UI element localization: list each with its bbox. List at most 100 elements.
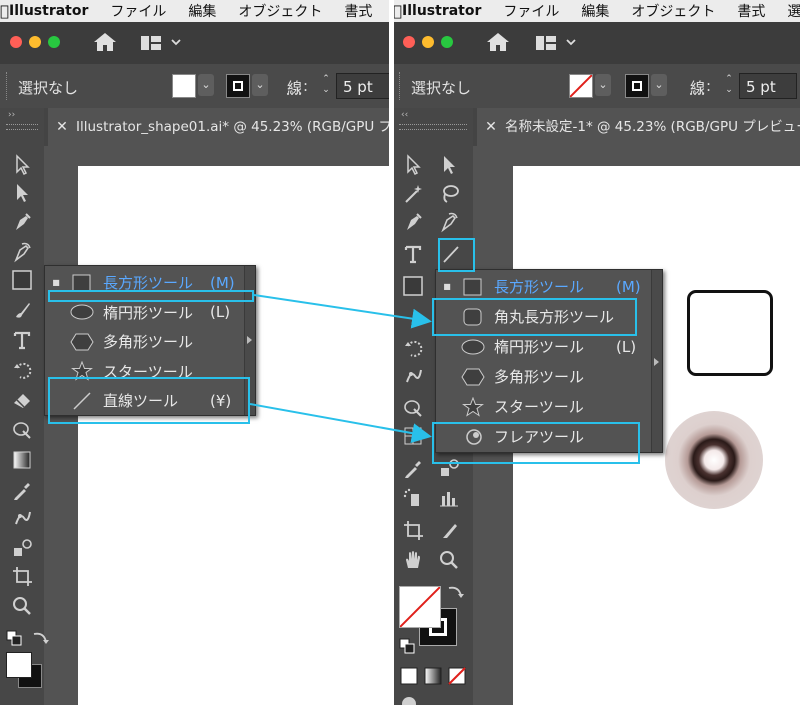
fill-none-swatch[interactable]	[399, 586, 441, 628]
rotate-icon[interactable]	[8, 356, 36, 384]
document-tab[interactable]: ✕ 名称未設定-1* @ 45.23% (RGB/GPU プレビュー)	[477, 108, 800, 146]
workspace-switcher-icon[interactable]	[140, 34, 184, 56]
workspace-switcher-icon[interactable]	[535, 34, 579, 56]
close-tab-icon[interactable]: ✕	[477, 108, 505, 146]
slice-icon[interactable]	[435, 516, 463, 544]
mesh-icon[interactable]	[399, 422, 427, 450]
zoom-icon[interactable]	[435, 546, 463, 574]
minimize-window-button[interactable]	[29, 36, 41, 48]
menu-file[interactable]: ファイル	[110, 1, 166, 21]
flyout-tearoff-strip[interactable]	[651, 270, 662, 452]
stroke-swatch[interactable]	[625, 74, 649, 98]
home-icon[interactable]	[485, 31, 511, 57]
swap-colors-icon[interactable]	[441, 580, 469, 608]
selection-icon[interactable]	[8, 150, 36, 178]
direct-selection-icon[interactable]	[8, 178, 36, 206]
selection-icon[interactable]	[399, 150, 427, 178]
stroke-weight-input[interactable]: 5 pt	[739, 73, 797, 99]
fill-color-swatch[interactable]	[6, 652, 32, 678]
magic-wand-icon[interactable]	[399, 180, 427, 208]
artboard-icon[interactable]	[8, 562, 36, 590]
flyout-item-star[interactable]: スターツール	[436, 392, 652, 421]
type-icon[interactable]	[399, 240, 427, 268]
fill-swatch-none[interactable]	[569, 74, 593, 98]
menu-type[interactable]: 書式	[344, 1, 372, 21]
home-icon[interactable]	[92, 31, 118, 57]
close-window-button[interactable]	[403, 36, 415, 48]
document-tab[interactable]: ✕ Illustrator_shape01.ai* @ 45.23% (RGB/G…	[48, 108, 390, 146]
gradient-icon[interactable]	[8, 446, 36, 474]
tearoff-arrow-icon[interactable]	[247, 336, 252, 344]
none-mode-icon[interactable]	[443, 662, 471, 690]
menu-select[interactable]: 選	[787, 1, 800, 21]
flyout-item-ellipse[interactable]: 楕円形ツール (L)	[436, 332, 652, 361]
type-icon[interactable]	[8, 326, 36, 354]
stroke-weight-label[interactable]: 線	[690, 77, 705, 98]
puppet-warp-icon[interactable]	[399, 362, 427, 390]
symbol-sprayer-icon[interactable]	[399, 484, 427, 512]
control-bar-grip[interactable]	[399, 72, 403, 100]
direct-selection-icon[interactable]	[435, 150, 463, 178]
stroke-weight-stepper[interactable]: ⌃ ⌄	[721, 74, 737, 98]
fill-dropdown-chevron-icon[interactable]: ⌄	[595, 74, 611, 96]
swap-colors-icon[interactable]	[26, 626, 54, 654]
zoom-icon[interactable]	[8, 592, 36, 620]
stroke-weight-input[interactable]: 5 pt	[336, 73, 390, 99]
menu-object[interactable]: オブジェクト	[238, 1, 322, 21]
close-window-button[interactable]	[10, 36, 22, 48]
pen-icon[interactable]	[8, 208, 36, 236]
zoom-window-button[interactable]	[48, 36, 60, 48]
eyedropper-icon[interactable]	[8, 476, 36, 504]
shape-builder-icon[interactable]	[399, 394, 427, 422]
tearoff-arrow-icon[interactable]	[654, 358, 659, 366]
menu-edit[interactable]: 編集	[188, 1, 216, 21]
menu-app-name[interactable]: Illustrator	[9, 3, 88, 19]
menu-edit[interactable]: 編集	[581, 1, 609, 21]
menu-object[interactable]: オブジェクト	[631, 1, 715, 21]
pen-icon[interactable]	[399, 208, 427, 236]
apple-icon[interactable]: 	[0, 2, 9, 20]
brush-icon[interactable]	[8, 296, 36, 324]
fill-swatch[interactable]	[172, 74, 196, 98]
menu-type[interactable]: 書式	[737, 1, 765, 21]
collapse-panel-icon[interactable]: ‹‹	[401, 110, 408, 120]
lasso-icon[interactable]	[435, 180, 463, 208]
stroke-weight-label[interactable]: 線	[287, 77, 302, 98]
collapse-panel-icon[interactable]: ››	[8, 110, 15, 120]
rectangle-tool-icon[interactable]	[399, 272, 427, 300]
eyedropper-icon[interactable]	[399, 454, 427, 482]
highlight-line-tool	[48, 377, 250, 424]
flyout-item-polygon[interactable]: 多角形ツール	[45, 327, 245, 356]
curvature-icon[interactable]	[435, 208, 463, 236]
fill-dropdown-chevron-icon[interactable]: ⌄	[198, 74, 214, 96]
stroke-dropdown-chevron-icon[interactable]: ⌄	[252, 74, 268, 96]
stroke-swatch[interactable]	[226, 74, 250, 98]
rectangle-tool-icon[interactable]	[8, 266, 36, 294]
menu-app-name[interactable]: Illustrator	[402, 3, 481, 19]
rounded-rectangle-shape[interactable]	[687, 290, 773, 376]
puppet-warp-icon[interactable]	[8, 504, 36, 532]
artboard[interactable]	[78, 166, 390, 705]
close-tab-icon[interactable]: ✕	[48, 108, 76, 146]
stroke-dropdown-chevron-icon[interactable]: ⌄	[651, 74, 667, 96]
tools-panel-grip[interactable]	[6, 124, 38, 130]
eraser-icon[interactable]	[8, 386, 36, 414]
flyout-item-rectangle[interactable]: ■ 長方形ツール (M)	[436, 272, 652, 301]
shape-builder-icon[interactable]	[8, 416, 36, 444]
blend-icon[interactable]	[8, 534, 36, 562]
stroke-weight-stepper[interactable]: ⌃ ⌄	[318, 74, 334, 98]
draw-mode-icon[interactable]	[395, 690, 423, 705]
menu-file[interactable]: ファイル	[503, 1, 559, 21]
tools-panel-grip[interactable]	[399, 124, 467, 130]
flare-shape[interactable]	[665, 411, 763, 509]
curvature-icon[interactable]	[8, 238, 36, 266]
minimize-window-button[interactable]	[422, 36, 434, 48]
flyout-item-polygon[interactable]: 多角形ツール	[436, 362, 652, 391]
zoom-window-button[interactable]	[441, 36, 453, 48]
rotate-icon[interactable]	[399, 334, 427, 362]
apple-icon[interactable]: 	[393, 2, 402, 20]
hand-icon[interactable]	[399, 546, 427, 574]
control-bar-grip[interactable]	[6, 72, 10, 100]
graph-icon[interactable]	[435, 484, 463, 512]
artboard-icon[interactable]	[399, 516, 427, 544]
